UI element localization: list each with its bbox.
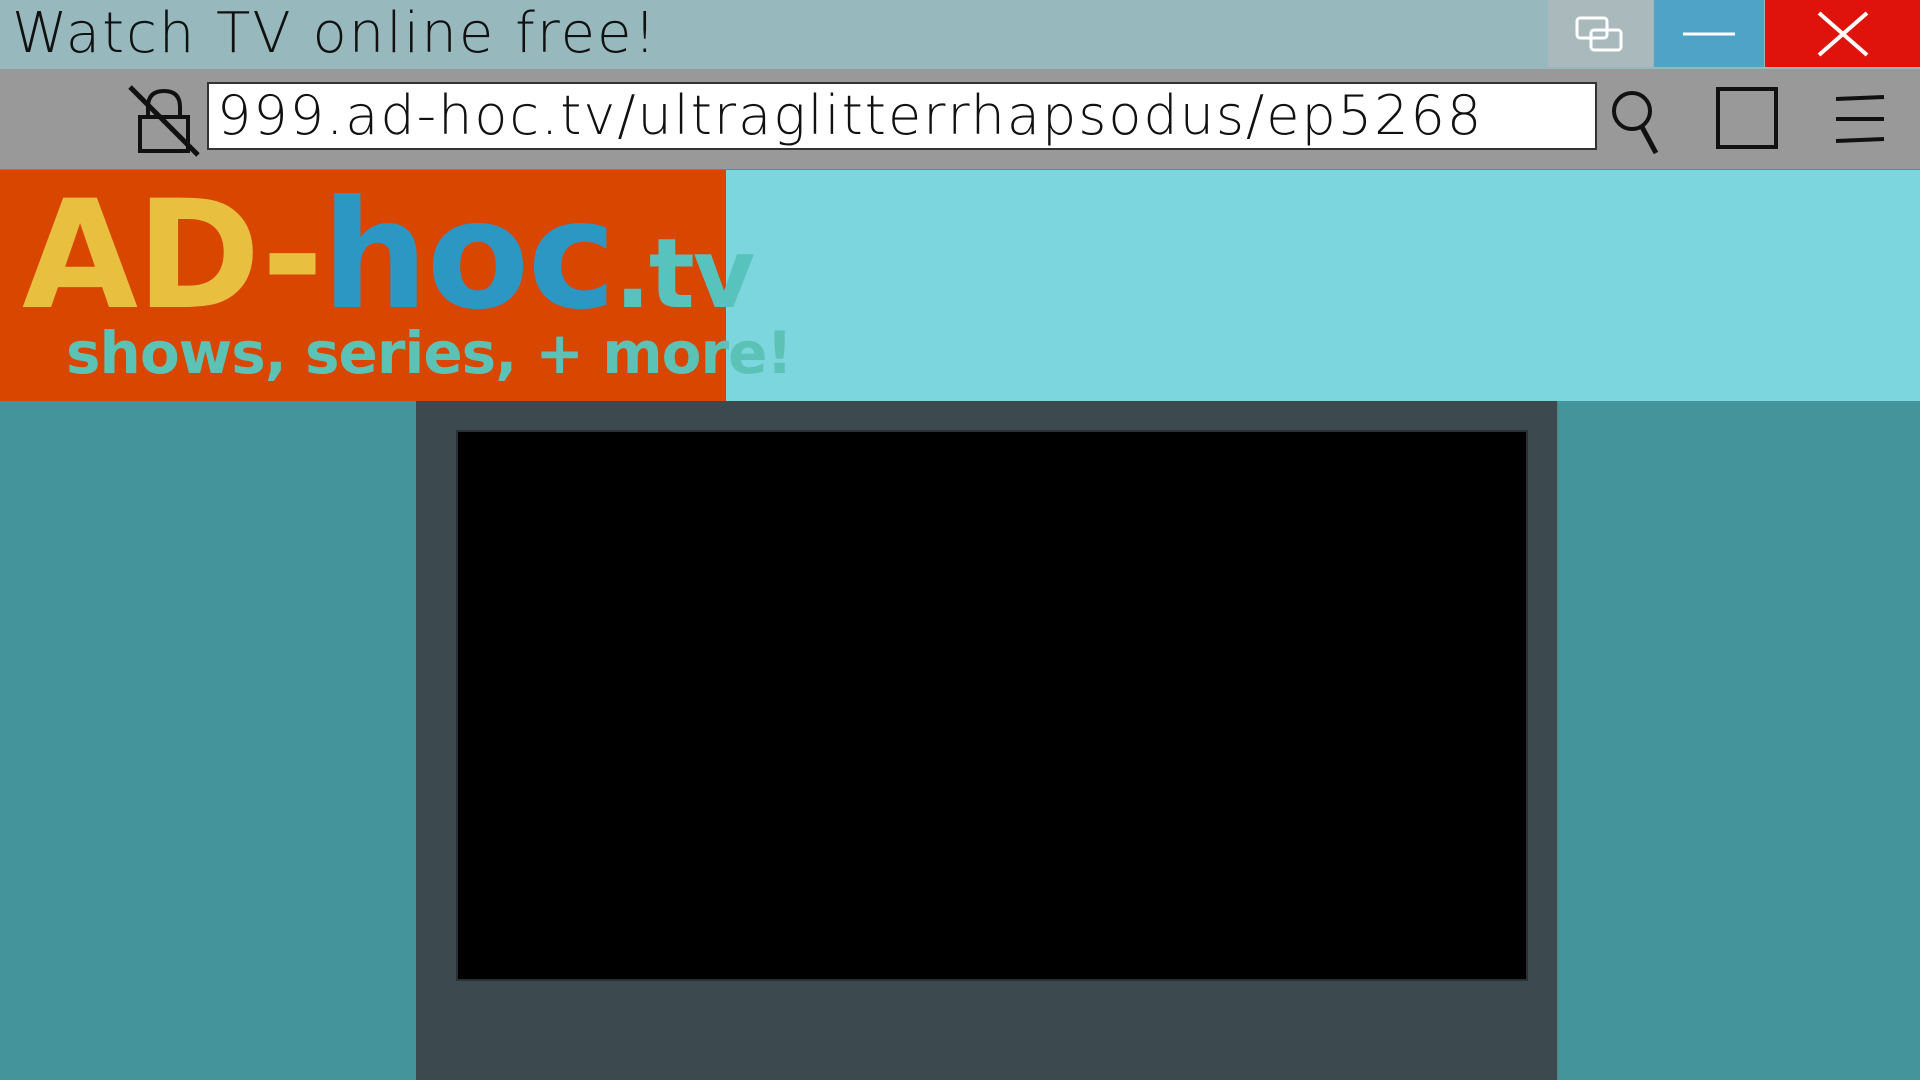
- close-x-icon: [1817, 10, 1868, 57]
- lock-broken-icon[interactable]: [126, 83, 202, 159]
- minimize-icon: [1683, 32, 1735, 35]
- site-header: AD-hoc.tv shows, series, + more!: [0, 170, 1920, 401]
- window-title: Watch TV online free!: [12, 1, 658, 66]
- logo-hoc-text: hoc: [321, 169, 617, 343]
- close-button[interactable]: [1765, 0, 1920, 67]
- restore-button[interactable]: [1548, 0, 1653, 67]
- title-bar: Watch TV online free!: [0, 0, 1920, 69]
- logo-tagline: shows, series, + more!: [66, 319, 793, 387]
- restore-windows-icon: [1575, 16, 1622, 51]
- tab-square-icon[interactable]: [1708, 79, 1786, 159]
- player-panel: [416, 401, 1557, 1080]
- browser-toolbar: 999.ad-hoc.tv/ultraglitterrhapsodus/ep52…: [0, 69, 1920, 169]
- site-logo[interactable]: AD-hoc.tv shows, series, + more!: [0, 169, 793, 401]
- hamburger-menu-icon[interactable]: [1830, 85, 1890, 155]
- video-player[interactable]: [456, 430, 1528, 981]
- logo-ad-text: AD-: [22, 169, 324, 343]
- search-icon[interactable]: [1606, 83, 1666, 159]
- address-bar[interactable]: 999.ad-hoc.tv/ultraglitterrhapsodus/ep52…: [207, 82, 1597, 150]
- right-rail: [1557, 401, 1920, 1080]
- minimize-button[interactable]: [1654, 0, 1764, 67]
- logo-tv-text: .tv: [614, 218, 755, 330]
